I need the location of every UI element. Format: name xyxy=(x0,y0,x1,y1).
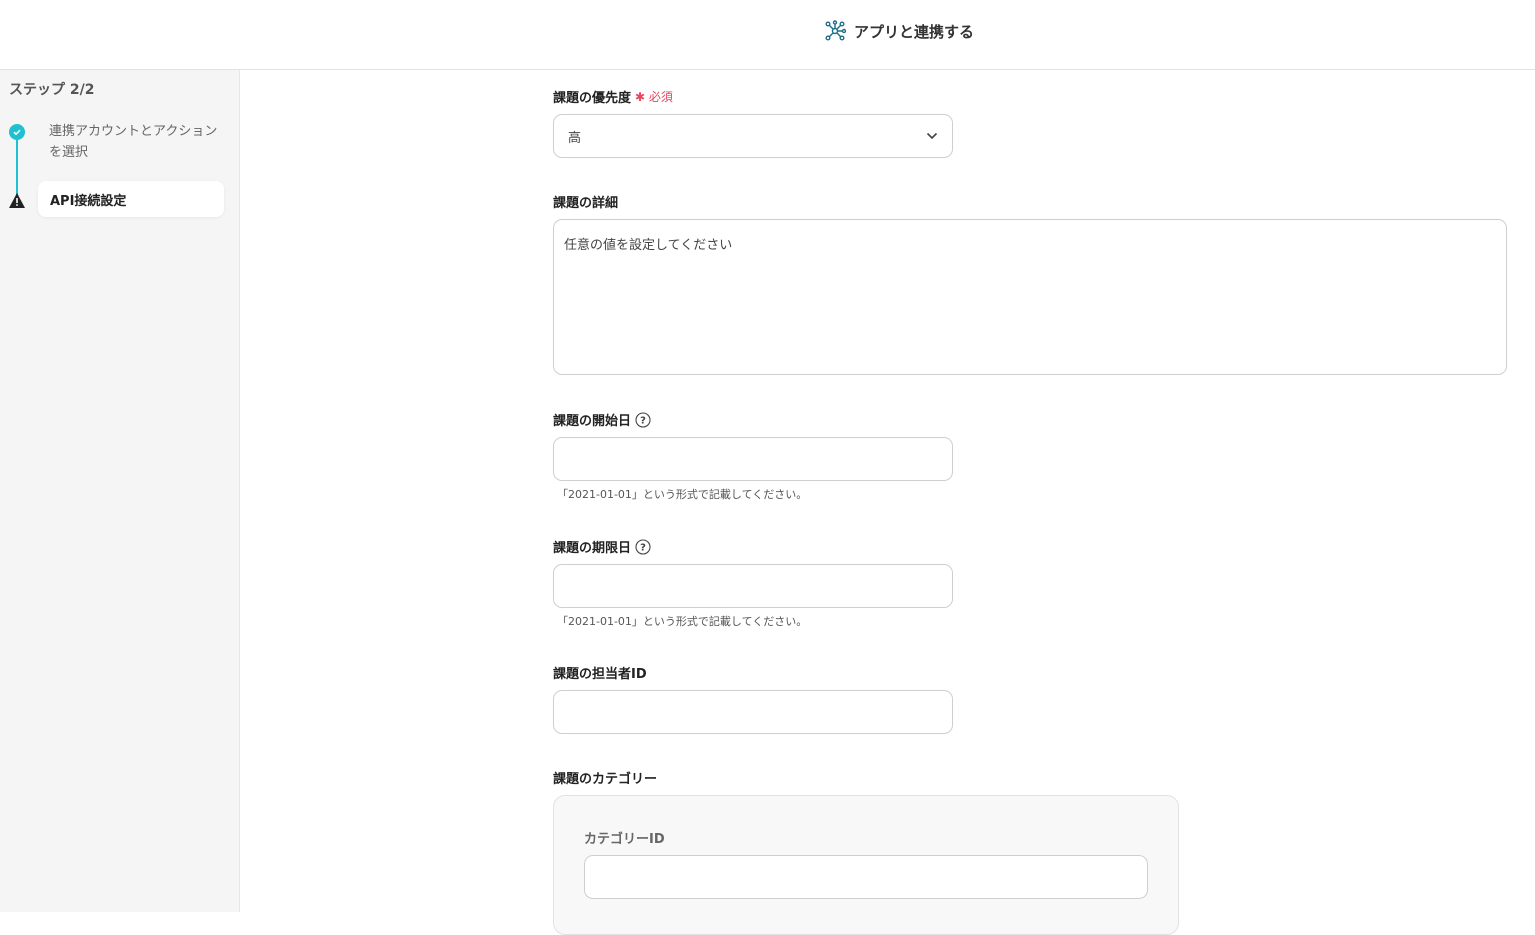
due-date-input[interactable] xyxy=(553,564,953,608)
assignee-input[interactable] xyxy=(553,690,953,734)
help-icon[interactable]: ? xyxy=(635,538,651,555)
required-badge: ✱ 必須 xyxy=(635,90,673,104)
start-date-input[interactable] xyxy=(553,437,953,481)
due-date-label: 課題の期限日 ? xyxy=(553,537,651,556)
sidebar-step-api-settings[interactable]: API接続設定 xyxy=(38,181,224,217)
help-icon[interactable]: ? xyxy=(635,411,651,428)
priority-value: 高 xyxy=(568,130,582,146)
category-id-label: カテゴリーID xyxy=(584,832,665,847)
required-text: 必須 xyxy=(648,90,673,104)
due-date-label-text: 課題の期限日 xyxy=(553,541,632,556)
network-icon xyxy=(825,20,846,41)
category-group: カテゴリーID xyxy=(553,795,1179,935)
chevron-down-icon xyxy=(926,132,938,140)
svg-text:?: ? xyxy=(640,415,646,426)
sidebar: ステップ 2/2 連携アカウントとアクションを選択 API接続設定 xyxy=(0,70,240,912)
step-connector xyxy=(16,140,18,198)
sidebar-step-select-account[interactable]: 連携アカウントとアクションを選択 xyxy=(49,121,219,163)
category-id-input[interactable] xyxy=(584,855,1148,899)
header: アプリと連携する xyxy=(0,0,1535,70)
start-date-label-text: 課題の開始日 xyxy=(553,414,632,429)
detail-textarea[interactable]: 任意の値を設定してください xyxy=(553,219,1507,375)
svg-text:?: ? xyxy=(640,542,646,553)
header-title-group: アプリと連携する xyxy=(824,20,974,42)
priority-select[interactable]: 高 xyxy=(553,114,953,158)
due-date-hint: 「2021-01-01」という形式で記載してください。 xyxy=(557,615,808,628)
priority-label-text: 課題の優先度 xyxy=(553,91,632,106)
assignee-label: 課題の担当者ID xyxy=(553,667,647,682)
check-circle-icon xyxy=(9,124,25,140)
step-indicator: ステップ 2/2 xyxy=(9,82,95,98)
start-date-label: 課題の開始日 ? xyxy=(553,410,651,429)
start-date-hint: 「2021-01-01」という形式で記載してください。 xyxy=(557,488,808,501)
header-title: アプリと連携する xyxy=(854,22,975,41)
warning-icon xyxy=(9,193,25,208)
detail-label: 課題の詳細 xyxy=(553,196,619,211)
category-label: 課題のカテゴリー xyxy=(553,772,658,787)
priority-label: 課題の優先度 ✱ 必須 xyxy=(553,87,673,106)
